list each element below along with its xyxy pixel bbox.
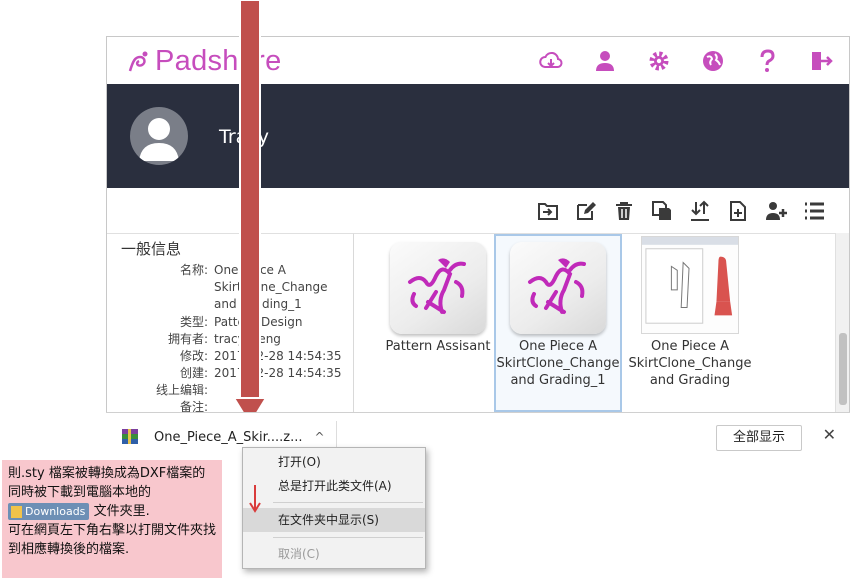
download-bar: One_Piece_A_Skir....z... ^ 全部显示 ✕ bbox=[106, 412, 850, 462]
move-to-folder-icon[interactable] bbox=[537, 200, 559, 222]
menu-item-always-open[interactable]: 总是打开此类文件(A) bbox=[243, 474, 425, 498]
downloads-label: Downloads bbox=[25, 505, 86, 518]
download-item[interactable]: One_Piece_A_Skir....z... ^ bbox=[120, 427, 325, 447]
help-icon[interactable] bbox=[755, 49, 779, 73]
menu-item-label: 在文件夹中显示(S) bbox=[278, 513, 379, 527]
downloads-folder-badge: Downloads bbox=[8, 503, 90, 520]
info-label: 拥有者: bbox=[167, 332, 208, 346]
info-label: 线上编辑: bbox=[155, 383, 208, 397]
info-label: 名称: bbox=[179, 263, 208, 277]
user-icon[interactable] bbox=[593, 49, 617, 73]
edit-icon[interactable] bbox=[575, 200, 597, 222]
chevron-up-icon[interactable]: ^ bbox=[314, 430, 324, 444]
pattern-file-thumbnail bbox=[390, 242, 486, 334]
file-tile-selected[interactable]: One Piece A SkirtClone_Change and Gradin… bbox=[494, 234, 622, 412]
list-view-icon[interactable] bbox=[803, 200, 825, 222]
file-tile[interactable]: Pattern Assisant bbox=[376, 242, 500, 355]
menu-item-cancel[interactable]: 取消(C) bbox=[243, 542, 425, 566]
profile-header: Tracy bbox=[107, 84, 849, 188]
info-label: 修改: bbox=[179, 349, 208, 363]
menu-item-label: 总是打开此类文件(A) bbox=[278, 479, 392, 493]
info-label: 创建: bbox=[179, 366, 208, 380]
info-label: 类型: bbox=[179, 315, 208, 329]
menu-item-open[interactable]: 打开(O) bbox=[243, 450, 425, 474]
menu-item-show-in-folder[interactable]: 在文件夹中显示(S) bbox=[243, 508, 425, 532]
logout-icon[interactable] bbox=[809, 49, 833, 73]
new-file-icon[interactable] bbox=[727, 200, 749, 222]
download-file-name: One_Piece_A_Skir....z... bbox=[154, 429, 303, 445]
note-text: 則.sty 檔案被轉換成為DXF檔案的同時被下載到電腦本地的 bbox=[8, 466, 206, 500]
download-context-menu: 打开(O) 总是打开此类文件(A) 在文件夹中显示(S) 取消(C) bbox=[242, 447, 426, 569]
show-all-downloads-button[interactable]: 全部显示 bbox=[716, 425, 802, 451]
download-upload-icon[interactable] bbox=[689, 200, 711, 222]
menu-separator bbox=[273, 537, 423, 538]
delete-icon[interactable] bbox=[613, 200, 635, 222]
annotation-note: 則.sty 檔案被轉換成為DXF檔案的同時被下載到電腦本地的 Downloads… bbox=[2, 460, 222, 578]
top-bar: Padshare bbox=[107, 37, 849, 84]
file-name: One Piece A SkirtClone_Change and Gradin… bbox=[496, 339, 620, 388]
note-text: 可在網頁左下角右擊以打開文件夾找到相應轉換後的檔案. bbox=[8, 523, 217, 557]
gear-icon[interactable] bbox=[647, 49, 671, 73]
avatar[interactable] bbox=[130, 107, 188, 165]
copy-icon[interactable] bbox=[651, 200, 673, 222]
close-icon[interactable]: ✕ bbox=[823, 425, 836, 444]
note-text: 文件夾里. bbox=[93, 504, 150, 519]
menu-item-label: 取消(C) bbox=[278, 547, 320, 561]
file-name: Pattern Assisant bbox=[385, 339, 491, 354]
pattern-file-thumbnail bbox=[510, 242, 606, 334]
menu-separator bbox=[273, 502, 423, 503]
globe-icon[interactable] bbox=[701, 49, 725, 73]
menu-item-label: 打开(O) bbox=[278, 455, 321, 469]
folder-icon bbox=[11, 505, 22, 518]
avatar-person-icon bbox=[139, 118, 179, 161]
cloud-download-icon[interactable] bbox=[539, 49, 563, 73]
file-toolbar bbox=[107, 188, 849, 234]
pattern-icon bbox=[408, 258, 466, 314]
pattern-icon bbox=[528, 258, 586, 314]
scrollbar-thumb[interactable] bbox=[839, 333, 847, 405]
app-window: Padshare 一般信息 名称: One A SkirtClone_Chang… bbox=[106, 36, 850, 462]
logo-mark-icon bbox=[128, 51, 148, 71]
annotation-arrow-small bbox=[249, 485, 261, 513]
file-name: One Piece A SkirtClone_Change and Gradin… bbox=[628, 339, 752, 388]
file-tile[interactable]: One Piece A SkirtClone_Change and Gradin… bbox=[628, 236, 752, 389]
add-user-icon[interactable] bbox=[765, 200, 787, 222]
annotation-arrow-down bbox=[232, 0, 268, 426]
archive-file-icon bbox=[122, 429, 138, 444]
info-title: 一般信息 bbox=[121, 240, 182, 258]
dress-preview-thumbnail bbox=[641, 236, 739, 334]
dress-preview-icon bbox=[642, 237, 738, 324]
